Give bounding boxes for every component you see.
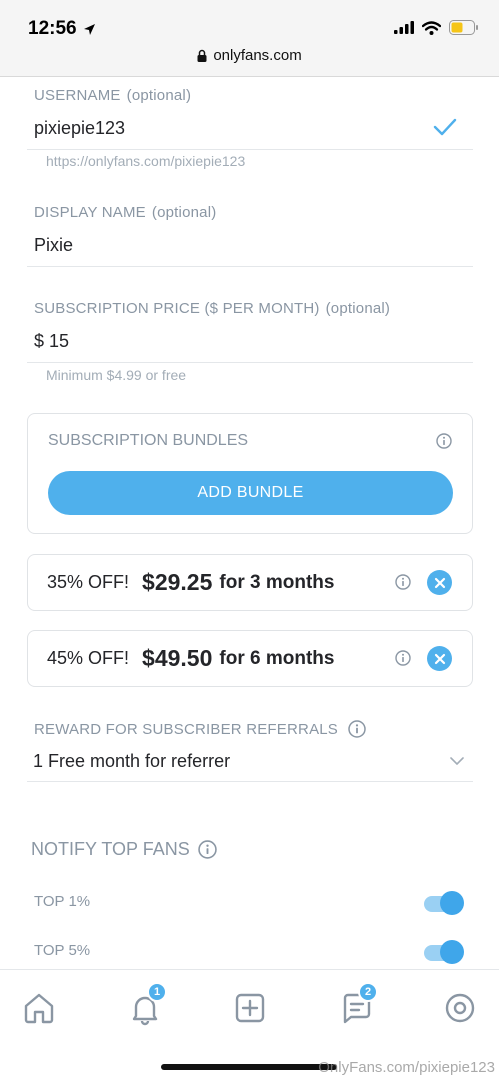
remove-bundle-button[interactable] xyxy=(427,646,452,671)
cellular-signal-icon xyxy=(394,21,414,34)
home-icon xyxy=(24,993,54,1024)
top-5-percent-label: TOP 5% xyxy=(34,942,91,959)
top-1-percent-label: TOP 1% xyxy=(34,893,91,910)
divider xyxy=(27,781,473,782)
bundle-price: $29.25 xyxy=(142,569,213,595)
nav-profile[interactable] xyxy=(440,988,480,1028)
nav-messages[interactable]: 2 xyxy=(336,982,378,1028)
add-square-icon xyxy=(235,993,265,1023)
chevron-down-icon[interactable] xyxy=(449,756,465,766)
home-indicator xyxy=(161,1064,337,1070)
top-5-percent-toggle[interactable] xyxy=(424,940,464,964)
info-icon[interactable] xyxy=(395,574,411,590)
display-name-label: DISPLAY NAME (optional) xyxy=(34,204,217,221)
add-bundle-button[interactable]: ADD BUNDLE xyxy=(48,471,453,515)
info-icon[interactable] xyxy=(395,650,411,666)
url-text: onlyfans.com xyxy=(213,47,302,64)
browser-top-bar: 12:56 onlyfans.com xyxy=(0,0,499,77)
bundle-discount: 35% OFF! xyxy=(47,572,130,592)
info-icon[interactable] xyxy=(436,433,452,449)
close-icon xyxy=(434,653,445,664)
subscription-price-label: SUBSCRIPTION PRICE ($ PER MONTH) (optiona… xyxy=(34,300,391,317)
referral-label: REWARD FOR SUBSCRIBER REFERRALS xyxy=(34,720,366,738)
subscription-bundles-panel: SUBSCRIPTION BUNDLES ADD BUNDLE xyxy=(27,413,473,534)
status-icons xyxy=(394,20,479,35)
bundle-item: 45% OFF! $49.50 for 6 months xyxy=(27,630,473,687)
url-bar[interactable]: onlyfans.com xyxy=(0,47,499,64)
divider xyxy=(27,362,473,363)
bundle-duration: for 3 months xyxy=(219,571,335,593)
info-icon[interactable] xyxy=(348,720,366,738)
username-label: USERNAME (optional) xyxy=(34,87,192,104)
watermark: OnlyFans.com/pixiepie123 xyxy=(318,1059,495,1076)
toggle-knob xyxy=(440,891,464,915)
notifications-badge: 1 xyxy=(147,982,167,1002)
nav-notifications[interactable]: 1 xyxy=(125,982,167,1028)
subscription-price-helper: Minimum $4.99 or free xyxy=(46,367,187,383)
display-name-input[interactable]: Pixie xyxy=(34,235,73,256)
bundle-item: 35% OFF! $29.25 for 3 months xyxy=(27,554,473,611)
lock-icon xyxy=(197,49,207,62)
bundle-duration: for 6 months xyxy=(219,647,335,669)
nav-new-post[interactable] xyxy=(230,988,270,1028)
bundle-price: $49.50 xyxy=(142,645,213,671)
remove-bundle-button[interactable] xyxy=(427,570,452,595)
username-input[interactable]: pixiepie123 xyxy=(34,118,125,139)
username-helper: https://onlyfans.com/pixiepie123 xyxy=(46,153,246,169)
subscription-price-input[interactable]: $ 15 xyxy=(34,331,69,352)
battery-icon xyxy=(449,20,478,35)
divider xyxy=(27,266,473,267)
bundle-discount: 45% OFF! xyxy=(47,648,130,668)
top-1-percent-toggle[interactable] xyxy=(424,891,464,915)
checkmark-icon xyxy=(433,118,457,136)
wifi-icon xyxy=(422,20,441,35)
profile-icon xyxy=(445,993,475,1023)
status-time: 12:56 xyxy=(28,18,96,40)
divider xyxy=(27,149,473,150)
referral-select[interactable]: 1 Free month for referrer xyxy=(33,751,230,772)
nav-home[interactable] xyxy=(19,988,59,1028)
subscription-bundles-title: SUBSCRIPTION BUNDLES xyxy=(48,432,249,449)
close-icon xyxy=(434,577,445,588)
toggle-knob xyxy=(440,940,464,964)
notify-top-fans-title: NOTIFY TOP FANS xyxy=(31,839,217,860)
info-icon[interactable] xyxy=(197,840,217,859)
location-arrow-icon xyxy=(83,23,95,35)
messages-badge: 2 xyxy=(358,982,378,1002)
